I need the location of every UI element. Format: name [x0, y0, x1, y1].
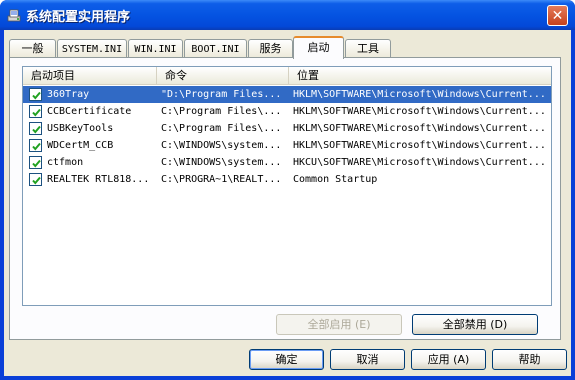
tab-startup[interactable]: 启动: [293, 36, 344, 59]
window-bottom-border: [0, 376, 575, 380]
list-item[interactable]: REALTEK RTL818... C:\PROGRA~1\REALT... Com…: [23, 171, 551, 188]
tab-label: 一般: [21, 42, 44, 55]
startup-item-location: HKLM\SOFTWARE\Microsoft\Windows\Current.…: [293, 89, 546, 100]
startup-checkbox[interactable]: [29, 122, 42, 135]
list-item[interactable]: WDCertM_CCB C:\WINDOWS\system... HKLM\SOFT…: [23, 137, 551, 154]
tab-system-ini[interactable]: SYSTEM.INI: [57, 39, 127, 58]
tab-services[interactable]: 服务: [248, 39, 293, 58]
tab-label: WIN.INI: [134, 44, 177, 55]
startup-item-name: USBKeyTools: [47, 123, 114, 134]
startup-item-name: ctfmon: [47, 157, 84, 168]
list-item[interactable]: CCBCertificate C:\Program Files\... HKLM\S…: [23, 103, 551, 120]
startup-item-location: HKLM\SOFTWARE\Microsoft\Windows\Current.…: [293, 123, 546, 134]
close-button[interactable]: ✕: [547, 5, 568, 26]
check-icon: [32, 91, 41, 100]
startup-item-name: 360Tray: [47, 89, 90, 100]
column-header-item[interactable]: 启动项目: [23, 67, 157, 85]
startup-checkbox[interactable]: [29, 88, 42, 101]
check-icon: [32, 142, 41, 151]
title-bar[interactable]: 系统配置实用程序 ✕: [0, 0, 575, 30]
startup-item-command: C:\PROGRA~1\REALT...: [161, 174, 282, 185]
apply-button[interactable]: 应用 (A): [411, 349, 486, 370]
list-header: 启动项目 命令 位置: [23, 67, 551, 85]
startup-item-location: HKLM\SOFTWARE\Microsoft\Windows\Current.…: [293, 106, 546, 117]
startup-checkbox[interactable]: [29, 156, 42, 169]
list-rows: 360Tray "D:\Program Files... HKLM\SOFTWARE…: [23, 86, 551, 188]
help-button[interactable]: 帮助: [492, 349, 567, 370]
tab-general[interactable]: 一般: [9, 39, 56, 58]
list-item[interactable]: USBKeyTools C:\Program Files\... HKLM\SOFT…: [23, 120, 551, 137]
startup-item-location: Common Startup: [293, 174, 378, 185]
close-icon: ✕: [551, 7, 564, 24]
check-icon: [32, 108, 41, 117]
check-icon: [32, 176, 41, 185]
system-config-icon: [7, 9, 21, 22]
tab-tools[interactable]: 工具: [345, 39, 391, 58]
startup-item-command: "D:\Program Files...: [161, 89, 282, 100]
startup-item-command: C:\Program Files\...: [161, 106, 282, 117]
list-item[interactable]: 360Tray "D:\Program Files... HKLM\SOFTWARE…: [23, 86, 551, 103]
check-icon: [32, 159, 41, 168]
startup-checkbox[interactable]: [29, 173, 42, 186]
window-title: 系统配置实用程序: [26, 10, 131, 25]
startup-panel: 启动项目 命令 位置 360Tray "D:\Program Files... HK…: [9, 57, 561, 340]
startup-item-name: REALTEK RTL818...: [47, 174, 150, 185]
dialog-client: 一般 SYSTEM.INI WIN.INI BOOT.INI 服务 启动 工具 …: [4, 30, 571, 376]
ok-button[interactable]: 确定: [249, 349, 324, 370]
tab-label: 工具: [357, 42, 379, 55]
enable-all-button[interactable]: 全部启用 (E): [276, 314, 402, 335]
startup-item-command: C:\WINDOWS\system...: [161, 157, 282, 168]
tab-label: SYSTEM.INI: [61, 44, 123, 55]
startup-item-name: CCBCertificate: [47, 106, 132, 117]
startup-checkbox[interactable]: [29, 139, 42, 152]
cancel-button[interactable]: 取消: [330, 349, 405, 370]
disable-all-button[interactable]: 全部禁用 (D): [412, 314, 538, 335]
startup-item-command: C:\Program Files\...: [161, 123, 282, 134]
startup-item-name: WDCertM_CCB: [47, 140, 114, 151]
list-item[interactable]: ctfmon C:\WINDOWS\system... HKCU\SOFTWARE\…: [23, 154, 551, 171]
msconfig-window: 系统配置实用程序 ✕ 一般 SYSTEM.INI WIN.INI BOOT.IN…: [0, 0, 575, 380]
startup-checkbox[interactable]: [29, 105, 42, 118]
tab-label: 服务: [259, 42, 282, 55]
startup-item-location: HKCU\SOFTWARE\Microsoft\Windows\Current.…: [293, 157, 546, 168]
startup-list[interactable]: 启动项目 命令 位置 360Tray "D:\Program Files... HK…: [22, 66, 552, 306]
check-icon: [32, 125, 41, 134]
column-header-command[interactable]: 命令: [157, 67, 289, 85]
tab-win-ini[interactable]: WIN.INI: [128, 39, 183, 58]
tab-label: 启动: [307, 41, 330, 54]
startup-item-location: HKLM\SOFTWARE\Microsoft\Windows\Current.…: [293, 140, 546, 151]
startup-item-command: C:\WINDOWS\system...: [161, 140, 282, 151]
tab-label: BOOT.INI: [191, 44, 240, 55]
tab-boot-ini[interactable]: BOOT.INI: [184, 39, 247, 58]
column-header-location[interactable]: 位置: [289, 67, 551, 85]
